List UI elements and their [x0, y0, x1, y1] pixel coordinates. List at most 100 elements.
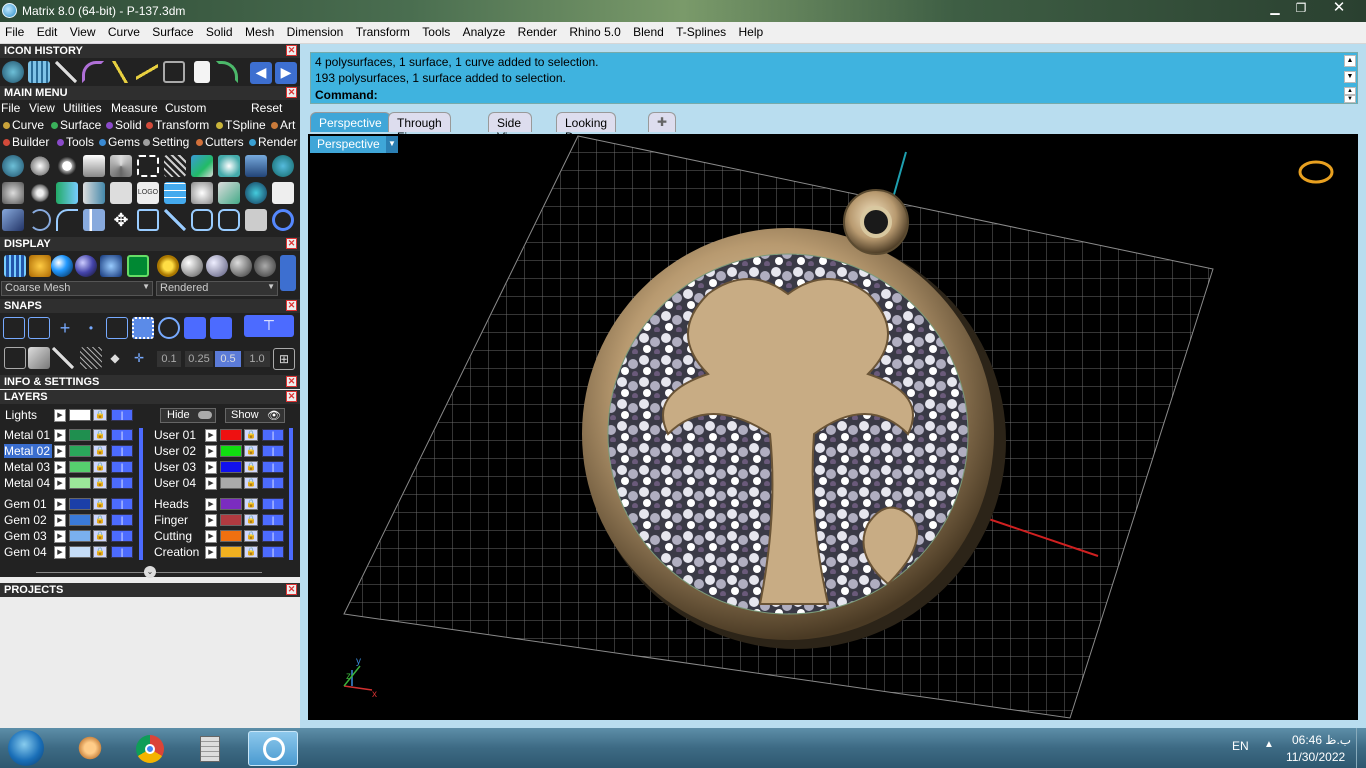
logo-icon[interactable]: LOGO: [137, 182, 159, 204]
lock-icon[interactable]: 🔒: [93, 546, 107, 558]
gold-material-icon[interactable]: [157, 255, 179, 277]
layer-color-swatch[interactable]: [220, 514, 242, 526]
layer-row[interactable]: Cutting ▶ 🔒 |: [150, 529, 298, 544]
render-mode-select[interactable]: Rendered ▼: [156, 281, 278, 296]
menu-tools[interactable]: Tools: [417, 22, 454, 39]
unlink-icon[interactable]: [218, 209, 240, 231]
close-icon[interactable]: ✕: [286, 45, 297, 56]
lock-icon[interactable]: 🔒: [93, 409, 107, 421]
layer-row[interactable]: User 03 ▶ 🔒 |: [150, 460, 298, 475]
line-tool-icon[interactable]: [55, 61, 77, 83]
grid-tool-icon[interactable]: [28, 61, 50, 83]
menu-analyze[interactable]: Analyze: [458, 22, 510, 39]
expand-arrow-icon[interactable]: ▶: [54, 429, 66, 442]
visibility-icon[interactable]: |: [262, 429, 284, 441]
visibility-icon[interactable]: |: [111, 498, 133, 510]
scroll-down-icon[interactable]: ▼: [1344, 71, 1356, 83]
cone-icon[interactable]: [110, 155, 132, 177]
line-snap-icon[interactable]: [52, 347, 74, 369]
cat-curve[interactable]: Curve: [3, 118, 44, 132]
visibility-icon[interactable]: |: [262, 477, 284, 489]
bezel-icon[interactable]: [110, 182, 132, 204]
tray-chevron-icon[interactable]: ▲: [1264, 739, 1274, 750]
lock-icon[interactable]: 🔒: [93, 514, 107, 526]
expand-arrow-icon[interactable]: ▶: [54, 546, 66, 559]
snap-step-0-5[interactable]: 0.5: [215, 351, 241, 367]
expand-arrow-icon[interactable]: ▶: [205, 477, 217, 490]
pave-icon[interactable]: [218, 182, 240, 204]
mesh-select[interactable]: Coarse Mesh ▼: [1, 281, 153, 296]
hatch-icon[interactable]: [164, 155, 186, 177]
viewport-name-button[interactable]: Perspective: [310, 136, 386, 153]
layers-left-scrollbar[interactable]: [139, 428, 143, 560]
fillet-icon[interactable]: [56, 209, 78, 231]
menu-view[interactable]: View: [65, 22, 100, 39]
expand-arrow-icon[interactable]: ▶: [54, 477, 66, 490]
collapse-chevron-icon[interactable]: ⌄: [144, 566, 156, 578]
grid-snap-icon[interactable]: [4, 347, 26, 369]
expand-arrow-icon[interactable]: ▶: [205, 445, 217, 458]
hide-button[interactable]: Hide: [160, 408, 216, 423]
circle-icon[interactable]: [272, 209, 294, 231]
menu-transform[interactable]: Transform: [351, 22, 414, 39]
layers-header[interactable]: LAYERS ✕: [0, 390, 300, 404]
backdrop-icon[interactable]: [127, 255, 149, 277]
snap-step-0-1[interactable]: 0.1: [157, 351, 181, 367]
lock-icon[interactable]: 🔒: [244, 477, 258, 489]
expand-arrow-icon[interactable]: ▶: [54, 498, 66, 511]
layer-color-swatch[interactable]: [220, 429, 242, 441]
snap-perp-icon[interactable]: [106, 317, 128, 339]
tab-looking-down[interactable]: Looking Down: [556, 112, 617, 144]
layer-color-swatch[interactable]: [220, 546, 242, 558]
save-icon[interactable]: [272, 182, 294, 204]
layer-row-selected[interactable]: Metal 02 ▶ 🔒 |: [0, 444, 148, 459]
layer-row[interactable]: User 02 ▶ 🔒 |: [150, 444, 298, 459]
sphere-icon[interactable]: [2, 155, 24, 177]
snap-point-icon[interactable]: •: [80, 317, 102, 339]
expand-arrow-icon[interactable]: ▶: [205, 461, 217, 474]
boxes-tool-icon[interactable]: [163, 61, 185, 83]
lock-icon[interactable]: 🔒: [93, 461, 107, 473]
layer-color-swatch[interactable]: [69, 514, 91, 526]
language-indicator[interactable]: EN: [1232, 739, 1249, 753]
link-icon[interactable]: [191, 209, 213, 231]
visibility-icon[interactable]: |: [111, 546, 133, 558]
visibility-icon[interactable]: |: [111, 477, 133, 489]
mm-view[interactable]: View: [29, 101, 55, 115]
menu-surface[interactable]: Surface: [147, 22, 197, 39]
arc-tool-icon[interactable]: [82, 61, 104, 83]
cat-tools[interactable]: Tools: [57, 135, 94, 149]
select-icon[interactable]: [137, 155, 159, 177]
menu-file[interactable]: File: [0, 22, 28, 39]
cmd-scroll-up-icon[interactable]: ▲: [1344, 87, 1356, 95]
expand-arrow-icon[interactable]: ▶: [54, 514, 66, 527]
lock-icon[interactable]: 🔒: [244, 445, 258, 457]
pointer-icon[interactable]: [83, 155, 105, 177]
menu-dimension[interactable]: Dimension: [282, 22, 348, 39]
lights-color-swatch[interactable]: [69, 409, 91, 421]
platinum-material-icon[interactable]: [206, 255, 228, 277]
band-icon[interactable]: [56, 182, 78, 204]
expand-arrow-icon[interactable]: ▶: [205, 530, 217, 543]
tab-perspective[interactable]: Perspective: [310, 112, 391, 132]
visibility-icon[interactable]: |: [262, 546, 284, 558]
ruler-tool-icon[interactable]: [136, 61, 158, 83]
planar-snap-icon[interactable]: [80, 347, 102, 369]
silver-material-icon[interactable]: [181, 255, 203, 277]
expand-arrow-icon[interactable]: ▶: [54, 461, 66, 474]
gumball-icon[interactable]: ✛: [128, 347, 150, 369]
lock-icon[interactable]: 🔒: [244, 429, 258, 441]
expand-arrow-icon[interactable]: ▶: [54, 445, 66, 458]
layer-row[interactable]: Gem 04 ▶ 🔒 |: [0, 545, 148, 560]
lock-icon[interactable]: 🔒: [93, 498, 107, 510]
layer-color-swatch[interactable]: [220, 445, 242, 457]
cat-setting[interactable]: Setting: [143, 135, 189, 149]
display-header[interactable]: DISPLAY ✕: [0, 237, 300, 251]
clock-time[interactable]: 06:46 ب.ظ: [1292, 733, 1351, 747]
layer-row[interactable]: Metal 01 ▶ 🔒 |: [0, 428, 148, 443]
mm-utilities[interactable]: Utilities: [63, 101, 102, 115]
layer-color-swatch[interactable]: [69, 429, 91, 441]
layer-row[interactable]: Gem 01 ▶ 🔒 |: [0, 497, 148, 512]
globe-icon[interactable]: [272, 155, 294, 177]
layer-row[interactable]: Metal 03 ▶ 🔒 |: [0, 460, 148, 475]
